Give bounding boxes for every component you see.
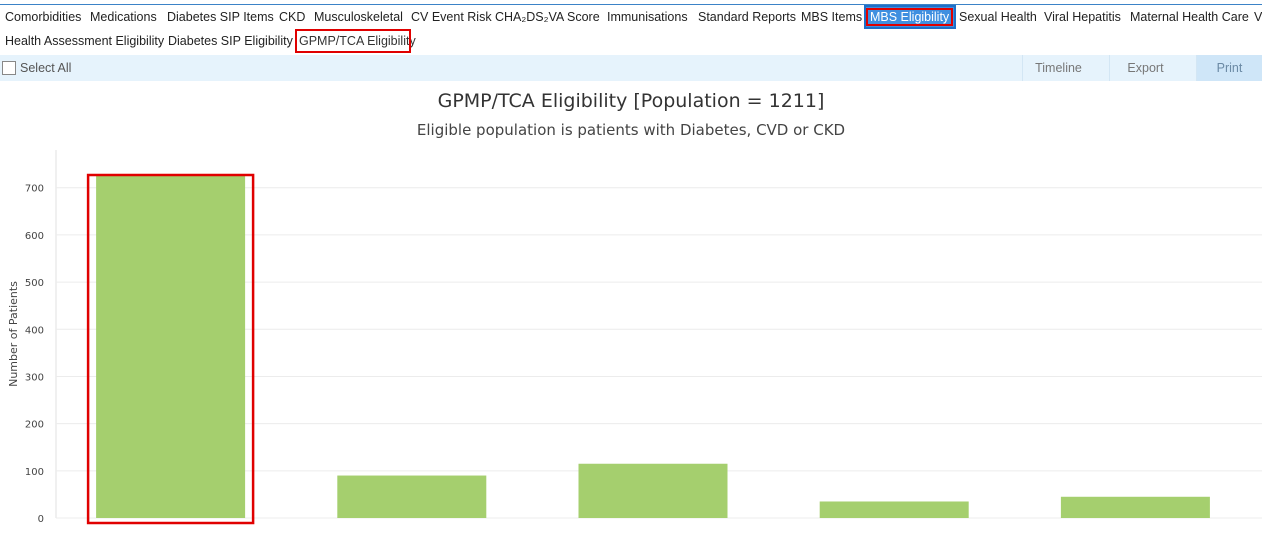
bar (337, 475, 487, 518)
bar-chart: 0 100 200 300 400 500 600 700 Number of Patients (7, 150, 1262, 525)
y-tick-label: 200 (25, 420, 44, 431)
y-tick-label: 500 (25, 278, 44, 289)
y-tick-label: 0 (38, 514, 44, 525)
bar (1060, 496, 1210, 518)
y-tick-label: 600 (25, 231, 44, 242)
y-tick-label: 400 (25, 325, 44, 336)
bar (819, 501, 969, 518)
y-tick-label: 300 (25, 372, 44, 383)
bar (578, 463, 728, 518)
y-tick-label: 700 (25, 184, 44, 195)
y-tick-label: 100 (25, 467, 44, 478)
y-axis-label: Number of Patients (7, 281, 20, 387)
bar (96, 175, 246, 518)
